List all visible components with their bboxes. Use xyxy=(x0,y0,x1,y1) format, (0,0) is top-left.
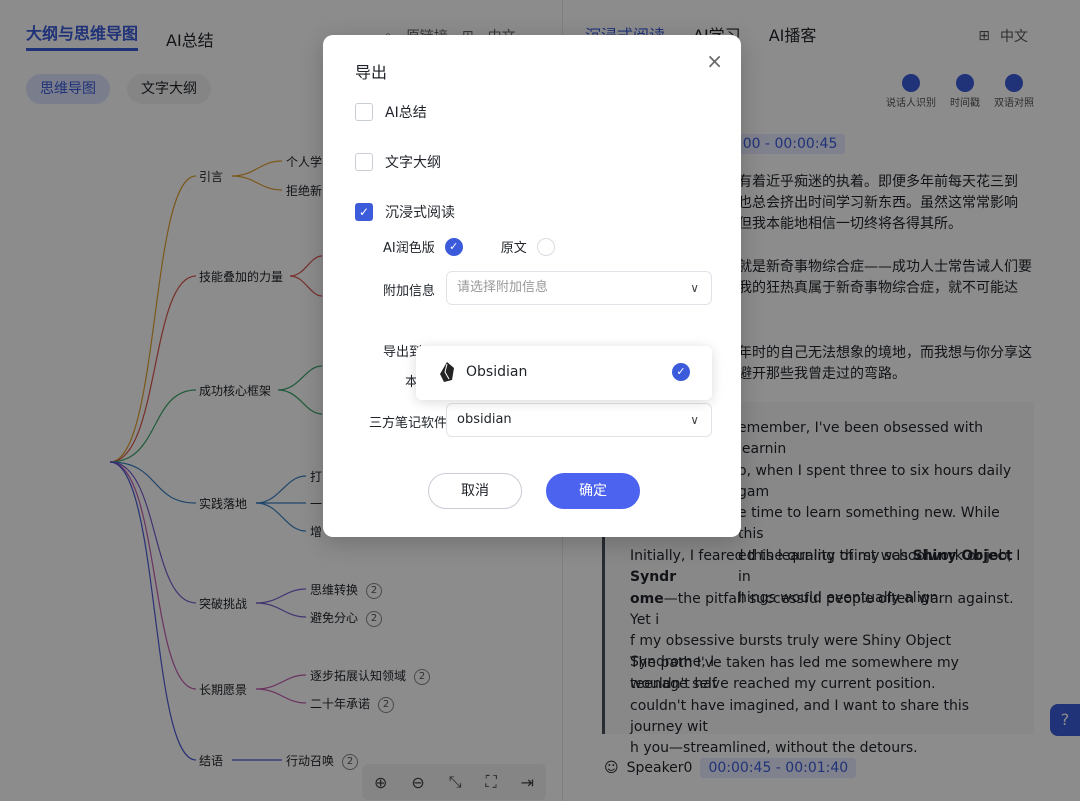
dropdown-item-obsidian[interactable]: Obsidian xyxy=(438,362,527,382)
obsidian-icon xyxy=(440,362,454,382)
option-original: 原文 xyxy=(500,241,527,256)
version-options: AI润色版 ✓ 原文 xyxy=(383,237,555,256)
extra-info-label: 附加信息 xyxy=(383,284,436,299)
extra-info-select[interactable]: 请选择附加信息 ∨ xyxy=(446,271,712,305)
radio-unchecked[interactable] xyxy=(536,237,555,256)
export-dialog: 导出 × AI总结 文字大纲 ✓ 沉浸式阅读 AI润色版 ✓ 原文 附加信息 请… xyxy=(323,35,741,537)
checkbox-checked[interactable]: ✓ xyxy=(355,203,373,221)
option-text-outline[interactable]: 文字大纲 xyxy=(355,152,441,172)
dialog-title: 导出 xyxy=(355,63,388,82)
option-ai-polished: AI润色版 xyxy=(383,241,435,256)
checkbox[interactable] xyxy=(355,103,373,121)
chevron-down-icon: ∨ xyxy=(690,413,699,427)
check-icon[interactable]: ✓ xyxy=(444,237,463,256)
app-dropdown: Obsidian ✓ xyxy=(416,346,712,400)
check-icon: ✓ xyxy=(672,363,690,381)
chevron-down-icon: ∨ xyxy=(690,281,699,295)
confirm-button[interactable]: 确定 xyxy=(546,473,640,509)
close-icon[interactable]: × xyxy=(706,49,723,73)
option-ai-summary[interactable]: AI总结 xyxy=(355,102,427,122)
third-party-select[interactable]: obsidian ∨ xyxy=(446,403,712,437)
option-immersive-reading[interactable]: ✓ 沉浸式阅读 xyxy=(355,202,455,222)
cancel-button[interactable]: 取消 xyxy=(428,473,522,509)
app: 大纲与思维导图 AI总结 ⌕ 原链接 ⊞ 中文 思维导图 文字大纲 xyxy=(0,0,1080,801)
third-party-label: 三方笔记软件 xyxy=(369,416,448,431)
checkbox[interactable] xyxy=(355,153,373,171)
